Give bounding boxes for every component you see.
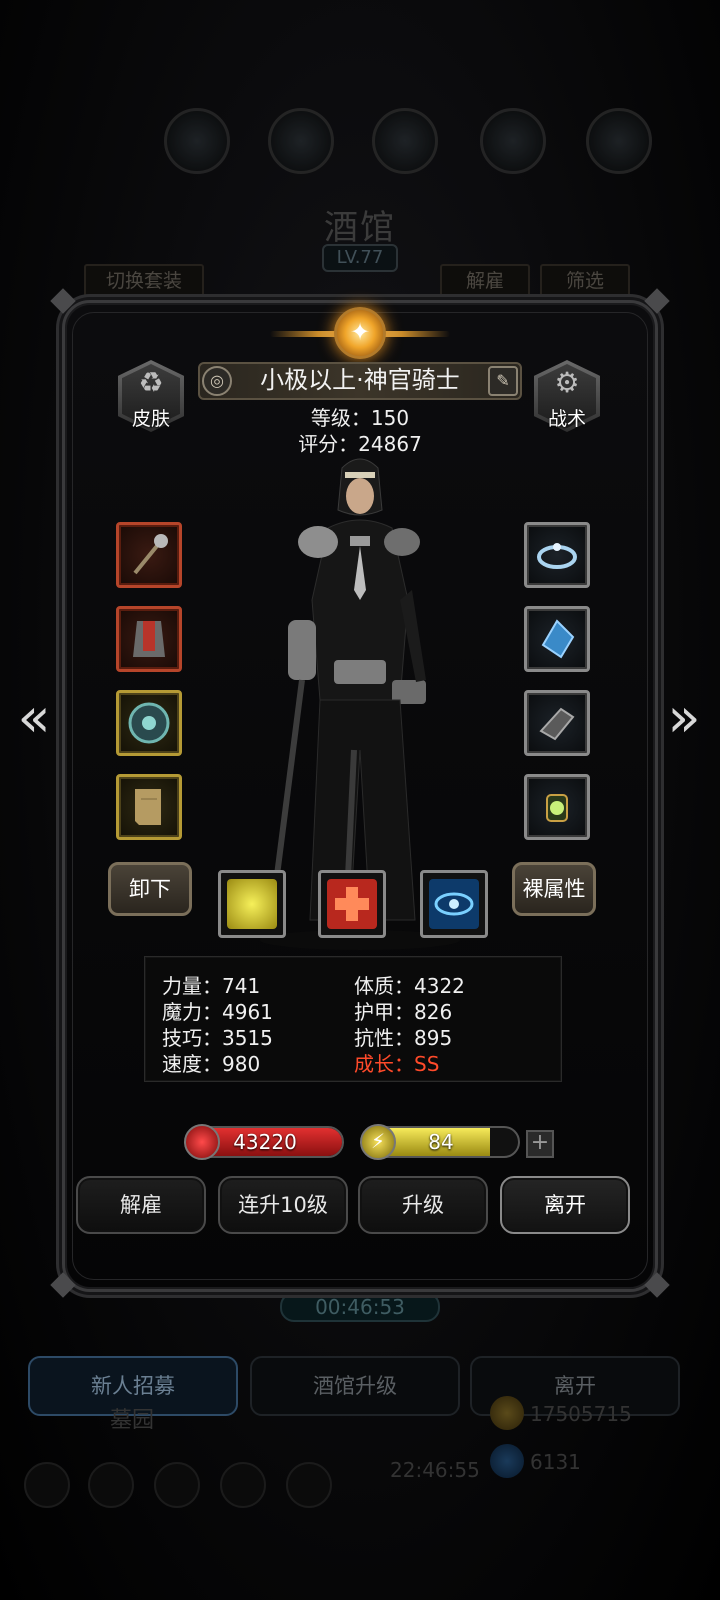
recruit-timer: 00:46:53 — [280, 1292, 440, 1322]
bottom-menu-icon — [286, 1462, 332, 1508]
bottom-menu-icon — [154, 1462, 200, 1508]
level-up-10-button[interactable]: 连升10级 — [218, 1176, 348, 1234]
growth-stat: 成长：SS — [354, 1052, 440, 1076]
lightning-icon: ⚡ — [360, 1124, 396, 1160]
crystal-icon — [541, 619, 575, 659]
tavern-title: 酒馆 — [324, 208, 396, 248]
shirt-icon: ♻ — [138, 366, 164, 399]
bottom-menu-icon — [220, 1462, 266, 1508]
bottom-menu-icon — [24, 1462, 70, 1508]
gold-coin-icon — [490, 1396, 524, 1430]
dismiss-button[interactable]: 解雇 — [76, 1176, 206, 1234]
trinket-slot[interactable] — [524, 774, 590, 840]
lantern-icon — [546, 794, 568, 822]
speed-stat: 速度：980 — [162, 1052, 261, 1076]
naked-attributes-button[interactable]: 裸属性 — [512, 862, 596, 916]
skill-slot-1[interactable] — [218, 870, 286, 938]
top-menu-icon — [372, 108, 438, 174]
skin-label: 皮肤 — [131, 408, 170, 430]
top-menu-icon — [480, 108, 546, 174]
heart-icon — [184, 1124, 220, 1160]
skin-button[interactable]: ♻ 皮肤 — [118, 360, 184, 432]
hero-name: 小极以上·神官骑士 — [260, 366, 460, 394]
resistance-stat: 抗性：895 — [354, 1026, 453, 1050]
add-energy-button[interactable]: + — [526, 1130, 554, 1158]
scroll-icon — [135, 789, 161, 825]
gem-icon — [490, 1444, 524, 1478]
hero-crest: ✦ — [270, 303, 450, 363]
crown-icon — [537, 543, 577, 569]
filter-tab: 筛选 — [540, 264, 630, 298]
armor-slot[interactable] — [116, 606, 182, 672]
shield-icon — [128, 702, 170, 744]
next-hero-icon[interactable]: » — [660, 688, 708, 752]
skill-slot-3[interactable] — [420, 870, 488, 938]
top-menu-icon — [164, 108, 230, 174]
hero-level: 等级：150 — [310, 406, 410, 430]
glove-slot[interactable] — [524, 690, 590, 756]
armor-icon — [133, 621, 165, 657]
shield-slot[interactable] — [116, 690, 182, 756]
armor-stat: 护甲：826 — [354, 1000, 453, 1024]
mace-icon — [133, 534, 168, 575]
strength-stat: 力量：741 — [162, 974, 261, 998]
tactics-button[interactable]: ⚙ 战术 — [534, 360, 600, 432]
tactics-label: 战术 — [547, 408, 586, 430]
gold-amount: 17505715 — [530, 1402, 632, 1426]
helmet-slot[interactable] — [524, 522, 590, 588]
crest-gem-icon: ✦ — [334, 307, 386, 359]
cemetery-label: 墓园 — [110, 1408, 155, 1433]
gear-icon: ⚙ — [554, 366, 580, 399]
leave-button[interactable]: 离开 — [500, 1176, 630, 1234]
bottom-menu-icon — [88, 1462, 134, 1508]
skill-slot-2[interactable] — [318, 870, 386, 938]
skill-stat: 技巧：3515 — [162, 1026, 273, 1050]
gauntlet-icon — [539, 707, 575, 741]
switch-outfit-tab: 切换套装 — [84, 264, 204, 298]
unequip-button[interactable]: 卸下 — [108, 862, 192, 916]
accessory-slot[interactable] — [116, 774, 182, 840]
tavern-upgrade-button: 酒馆升级 — [250, 1356, 460, 1416]
eye-icon — [429, 879, 479, 929]
gem-slot[interactable] — [524, 606, 590, 672]
gem-amount: 6131 — [530, 1450, 581, 1474]
tavern-level: LV.77 — [322, 244, 398, 272]
dismiss-tab: 解雇 — [440, 264, 530, 298]
heal-cross-icon — [327, 879, 377, 929]
rename-edit-icon[interactable]: ✎ — [488, 366, 518, 396]
weapon-slot[interactable] — [116, 522, 182, 588]
fist-icon — [227, 879, 277, 929]
constitution-stat: 体质：4322 — [354, 974, 465, 998]
clock: 22:46:55 — [390, 1458, 480, 1482]
top-menu-icon — [586, 108, 652, 174]
previous-hero-icon[interactable]: « — [10, 688, 58, 752]
level-up-button[interactable]: 升级 — [358, 1176, 488, 1234]
top-menu-icon — [268, 108, 334, 174]
magic-stat: 魔力：4961 — [162, 1000, 273, 1024]
